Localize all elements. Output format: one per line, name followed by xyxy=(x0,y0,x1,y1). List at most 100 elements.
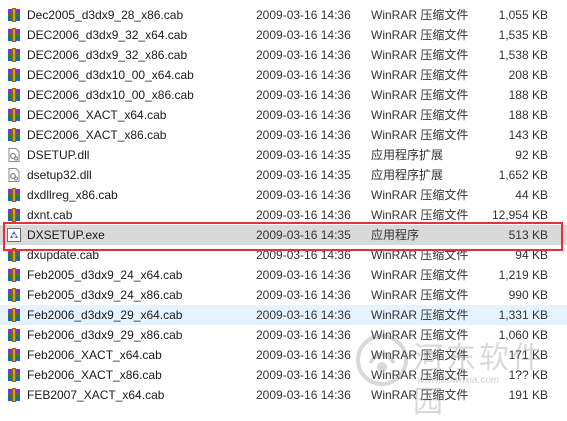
file-type: 应用程序 xyxy=(371,228,420,242)
file-row[interactable]: dsetup32.dll 2009-03-16 14:35 应用程序扩展 1,652 … xyxy=(0,165,567,185)
winrar-archive-icon xyxy=(7,208,21,222)
file-date: 2009-03-16 14:36 xyxy=(256,348,351,362)
file-type: WinRAR 压缩文件 xyxy=(371,88,469,102)
file-row[interactable]: DSETUP.dll 2009-03-16 14:35 应用程序扩展 92 KB xyxy=(0,145,567,165)
file-type: WinRAR 压缩文件 xyxy=(371,388,469,402)
winrar-archive-icon xyxy=(7,68,21,82)
file-name: dsetup32.dll xyxy=(27,168,92,182)
file-name: DXSETUP.exe xyxy=(27,228,105,242)
file-date: 2009-03-16 14:36 xyxy=(256,388,351,402)
file-size: 990 KB xyxy=(508,288,548,302)
file-type: 应用程序扩展 xyxy=(371,168,444,182)
file-size: 1,652 KB xyxy=(498,168,548,182)
file-type: WinRAR 压缩文件 xyxy=(371,8,469,22)
file-size: 94 KB xyxy=(515,248,548,262)
file-type: WinRAR 压缩文件 xyxy=(371,328,469,342)
file-type: WinRAR 压缩文件 xyxy=(371,248,469,262)
file-date: 2009-03-16 14:36 xyxy=(256,28,351,42)
file-name: DEC2006_d3dx9_32_x86.cab xyxy=(27,48,188,62)
file-type: WinRAR 压缩文件 xyxy=(371,348,469,362)
file-type: WinRAR 压缩文件 xyxy=(371,308,469,322)
file-date: 2009-03-16 14:36 xyxy=(256,268,351,282)
file-name: DEC2006_d3dx9_32_x64.cab xyxy=(27,28,188,42)
file-size: 188 KB xyxy=(508,108,548,122)
file-size: 1,538 KB xyxy=(498,48,548,62)
file-size: 188 KB xyxy=(508,88,548,102)
file-size: 1,055 KB xyxy=(498,8,548,22)
winrar-archive-icon xyxy=(7,48,21,62)
file-date: 2009-03-16 14:36 xyxy=(256,188,351,202)
winrar-archive-icon xyxy=(7,128,21,142)
file-row[interactable]: DEC2006_XACT_x86.cab 2009-03-16 14:36 WinR… xyxy=(0,125,567,145)
file-list: Dec2005_d3dx9_28_x86.cab 2009-03-16 14:36… xyxy=(0,0,567,407)
file-row[interactable]: dxdllreg_x86.cab 2009-03-16 14:36 WinRAR 压… xyxy=(0,185,567,205)
file-size: 1,060 KB xyxy=(498,328,548,342)
file-type: WinRAR 压缩文件 xyxy=(371,68,469,82)
file-date: 2009-03-16 14:36 xyxy=(256,248,351,262)
file-name: FEB2007_XACT_x64.cab xyxy=(27,388,165,402)
file-date: 2009-03-16 14:36 xyxy=(256,48,351,62)
file-date: 2009-03-16 14:35 xyxy=(256,228,351,242)
winrar-archive-icon xyxy=(7,108,21,122)
file-date: 2009-03-16 14:36 xyxy=(256,88,351,102)
file-name: Dec2005_d3dx9_28_x86.cab xyxy=(27,8,184,22)
file-row[interactable]: DEC2006_XACT_x64.cab 2009-03-16 14:36 WinR… xyxy=(0,105,567,125)
winrar-archive-icon xyxy=(7,188,21,202)
file-date: 2009-03-16 14:35 xyxy=(256,168,351,182)
file-name: Feb2006_d3dx9_29_x64.cab xyxy=(27,308,183,322)
file-row[interactable]: DEC2006_d3dx9_32_x86.cab 2009-03-16 14:36… xyxy=(0,45,567,65)
file-name: Feb2005_d3dx9_24_x64.cab xyxy=(27,268,183,282)
file-type: WinRAR 压缩文件 xyxy=(371,188,469,202)
file-name: Feb2006_d3dx9_29_x86.cab xyxy=(27,328,183,342)
file-type: 应用程序扩展 xyxy=(371,148,444,162)
file-name: DEC2006_d3dx10_00_x64.cab xyxy=(27,68,194,82)
file-row[interactable]: DXSETUP.exe 2009-03-16 14:35 应用程序 513 KB xyxy=(0,225,567,245)
winrar-archive-icon xyxy=(7,388,21,402)
file-date: 2009-03-16 14:36 xyxy=(256,68,351,82)
file-type: WinRAR 压缩文件 xyxy=(371,368,469,382)
file-name: dxupdate.cab xyxy=(27,248,100,262)
file-size: 1?? KB xyxy=(508,368,548,382)
file-size: 208 KB xyxy=(508,68,548,82)
file-row[interactable]: Feb2006_d3dx9_29_x86.cab 2009-03-16 14:36… xyxy=(0,325,567,345)
file-date: 2009-03-16 14:36 xyxy=(256,208,351,222)
file-row[interactable]: FEB2007_XACT_x64.cab 2009-03-16 14:36 WinR… xyxy=(0,385,567,405)
file-date: 2009-03-16 14:36 xyxy=(256,308,351,322)
file-row[interactable]: dxnt.cab 2009-03-16 14:36 WinRAR 压缩文件 12,95… xyxy=(0,205,567,225)
file-row[interactable]: dxupdate.cab 2009-03-16 14:36 WinRAR 压缩文件 9… xyxy=(0,245,567,265)
file-row[interactable]: Feb2005_d3dx9_24_x86.cab 2009-03-16 14:36… xyxy=(0,285,567,305)
file-type: WinRAR 压缩文件 xyxy=(371,108,469,122)
file-date: 2009-03-16 14:36 xyxy=(256,108,351,122)
file-row[interactable]: Feb2006_d3dx9_29_x64.cab 2009-03-16 14:36… xyxy=(0,305,567,325)
winrar-archive-icon xyxy=(7,368,21,382)
file-date: 2009-03-16 14:36 xyxy=(256,368,351,382)
file-date: 2009-03-16 14:36 xyxy=(256,8,351,22)
file-size: 92 KB xyxy=(515,148,548,162)
winrar-archive-icon xyxy=(7,28,21,42)
file-size: 1,535 KB xyxy=(498,28,548,42)
file-name: Feb2006_XACT_x86.cab xyxy=(27,368,162,382)
winrar-archive-icon xyxy=(7,308,21,322)
winrar-archive-icon xyxy=(7,88,21,102)
file-row[interactable]: Feb2006_XACT_x64.cab 2009-03-16 14:36 WinR… xyxy=(0,345,567,365)
file-row[interactable]: Feb2006_XACT_x86.cab 2009-03-16 14:36 WinR… xyxy=(0,365,567,385)
file-row[interactable]: Dec2005_d3dx9_28_x86.cab 2009-03-16 14:36… xyxy=(0,5,567,25)
dll-file-icon xyxy=(7,148,21,162)
file-name: DSETUP.dll xyxy=(27,148,90,162)
file-row[interactable]: DEC2006_d3dx9_32_x64.cab 2009-03-16 14:36… xyxy=(0,25,567,45)
file-type: WinRAR 压缩文件 xyxy=(371,28,469,42)
file-name: dxdllreg_x86.cab xyxy=(27,188,118,202)
dll-file-icon xyxy=(7,168,21,182)
file-date: 2009-03-16 14:36 xyxy=(256,288,351,302)
file-size: 1,219 KB xyxy=(498,268,548,282)
file-row[interactable]: Feb2005_d3dx9_24_x64.cab 2009-03-16 14:36… xyxy=(0,265,567,285)
file-name: dxnt.cab xyxy=(27,208,73,222)
file-type: WinRAR 压缩文件 xyxy=(371,288,469,302)
file-name: DEC2006_XACT_x64.cab xyxy=(27,108,167,122)
file-row[interactable]: DEC2006_d3dx10_00_x64.cab 2009-03-16 14:3… xyxy=(0,65,567,85)
file-row[interactable]: DEC2006_d3dx10_00_x86.cab 2009-03-16 14:3… xyxy=(0,85,567,105)
file-size: 12,954 KB xyxy=(491,208,548,222)
file-size: 513 KB xyxy=(508,228,548,242)
file-date: 2009-03-16 14:36 xyxy=(256,128,351,142)
winrar-archive-icon xyxy=(7,288,21,302)
